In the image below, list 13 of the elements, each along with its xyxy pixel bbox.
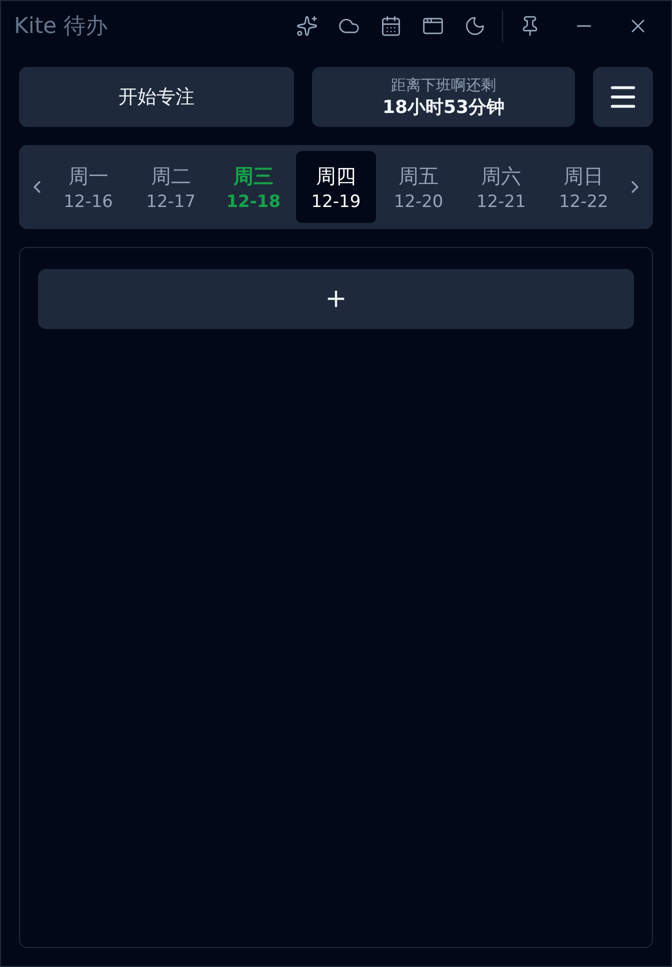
- countdown-caption: 距离下班啊还剩: [391, 76, 496, 94]
- add-task-button[interactable]: +: [38, 269, 634, 329]
- day-tab[interactable]: 周日 12-22: [544, 151, 624, 223]
- day-tab[interactable]: 周六 12-21: [461, 151, 542, 223]
- menu-button[interactable]: [593, 67, 653, 127]
- countdown-value: 18小时53分钟: [382, 96, 505, 118]
- day-tab[interactable]: 周二 12-17: [130, 151, 211, 223]
- day-tab[interactable]: 周四 12-19: [296, 151, 376, 223]
- start-focus-button[interactable]: 开始专注: [19, 67, 294, 127]
- window-title: Kite 待办: [14, 13, 109, 41]
- day-tab[interactable]: 周三 12-18: [213, 151, 294, 223]
- day-tab[interactable]: 周一 12-16: [48, 151, 128, 223]
- day-tab[interactable]: 周五 12-20: [378, 151, 459, 223]
